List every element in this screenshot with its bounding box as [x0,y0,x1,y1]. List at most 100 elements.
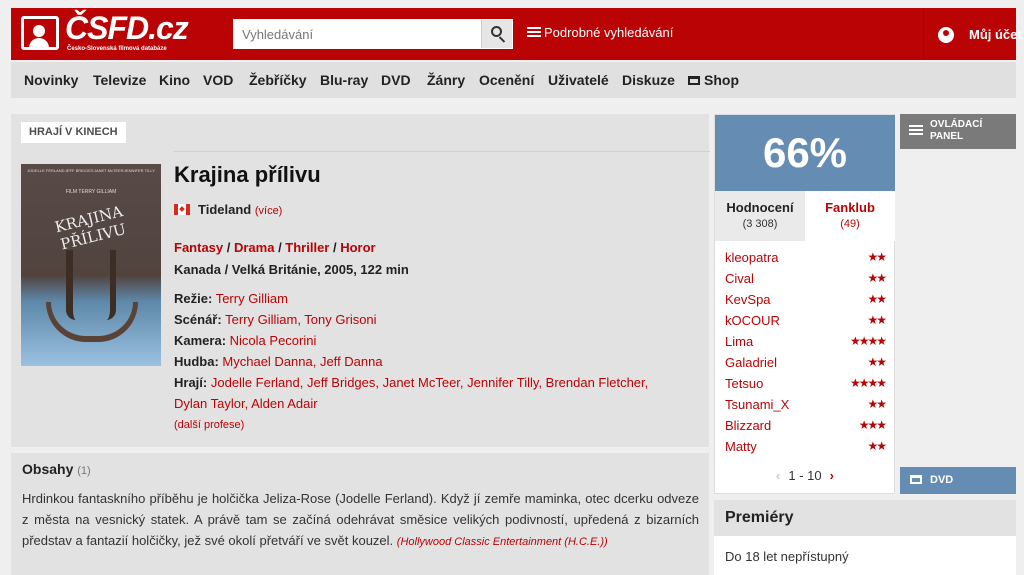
rating-stars: ★★ [867,271,886,285]
nav-item-oceneni[interactable]: Ocenění [479,72,534,88]
user-link[interactable]: kOCOUR [725,313,780,328]
more-professions-link[interactable]: (další profese) [174,419,244,431]
original-title: Tideland [198,202,252,217]
user-link[interactable]: Blizzard [725,418,771,433]
nav-item-uzivatele[interactable]: Uživatelé [548,72,609,88]
credit-label: Režie: [174,291,213,306]
poster-cast: JODELLE FERLAND JEFF BRIDGES JANET McTEE… [27,168,155,173]
credit-label: Kamera: [174,333,227,348]
credit-music: Hudba: Mychael Danna, Jeff Danna [174,351,383,372]
chevron-left-icon[interactable]: ‹ [776,468,780,483]
rating-stars: ★★ [867,439,886,453]
ratings-pager: ‹ 1 - 10 › [715,468,895,483]
nav-item-kino[interactable]: Kino [159,72,190,88]
user-link[interactable]: Tsunami_X [725,397,789,412]
nav-item-bluray[interactable]: Blu-ray [320,72,368,88]
nav-item-diskuze[interactable]: Diskuze [622,72,675,88]
tab-fanclub[interactable]: Fanklub (49) [805,191,895,241]
original-title-row: Tideland (více) [174,202,282,217]
control-panel-label: OVLÁDACÍ PANEL [930,119,983,142]
premieres-heading: Premiéry [714,500,1016,536]
credit-people[interactable]: Nicola Pecorini [230,333,317,348]
user-rating-row: Tsunami_X ★★ [715,392,895,413]
search-input[interactable] [234,20,482,48]
user-icon [938,27,954,43]
logo-icon [21,16,59,50]
header-divider [174,151,710,152]
credit-label: Hrají: [174,375,208,390]
in-cinemas-badge[interactable]: HRAJÍ V KINECH [21,122,126,143]
nav-item-novinky[interactable]: Novinky [24,72,78,88]
nav-item-zanry[interactable]: Žánry [427,72,465,88]
nav-item-vod[interactable]: VOD [203,72,233,88]
credit-directors: Režie: Terry Gilliam [174,288,288,309]
poster-cast-name: JODELLE FERLAND [27,168,65,173]
search-button[interactable] [481,20,512,48]
cart-icon [688,76,700,85]
tab-ratings[interactable]: Hodnocení (3 308) [715,191,805,241]
main-nav: Novinky Televize Kino VOD Žebříčky Blu-r… [11,62,1016,98]
credit-people[interactable]: Terry Gilliam, Tony Grisoni [225,312,376,327]
user-rating-row: Blizzard ★★★ [715,413,895,434]
advanced-search-label: Podrobné vyhledávání [544,25,674,40]
genre-link[interactable]: Fantasy [174,240,223,255]
advanced-search-link[interactable]: Podrobné vyhledávání [527,25,673,40]
poster-roots [46,302,138,342]
nav-item-dvd[interactable]: DVD [381,72,411,88]
top-strip [0,0,1024,8]
credit-label: Scénář: [174,312,222,327]
plot-count: (1) [77,465,91,477]
user-link[interactable]: Galadriel [725,355,777,370]
dvd-button[interactable]: DVD [900,467,1016,494]
credit-people[interactable]: Jodelle Ferland, Jeff Bridges, Janet McT… [211,375,648,390]
rating-stars: ★★ [867,313,886,327]
rating-stars: ★★ [867,250,886,264]
poster-cast-name: JANET McTEER [93,168,124,173]
user-link[interactable]: Lima [725,334,753,349]
chevron-right-icon[interactable]: › [830,468,834,483]
control-panel-button[interactable]: OVLÁDACÍ PANEL [900,114,1016,149]
user-link[interactable]: kleopatra [725,250,778,265]
logo-text: ČSFD.cz [65,10,189,46]
plot-source-link[interactable]: (Hollywood Classic Entertainment (H.C.E.… [397,536,608,548]
user-link[interactable]: KevSpa [725,292,771,307]
genre-link[interactable]: Drama [234,240,274,255]
cart-icon [910,475,922,484]
more-titles-link[interactable]: (více) [255,205,283,217]
movie-poster[interactable]: JODELLE FERLAND JEFF BRIDGES JANET McTEE… [21,164,161,366]
poster-director: FILM TERRY GILLIAM [65,189,117,195]
user-rating-row: KevSpa ★★ [715,287,895,308]
user-rating-row: Lima ★★★★ [715,329,895,350]
genres: Fantasy / Drama / Thriller / Horor [174,240,376,255]
user-rating-row: Galadriel ★★ [715,350,895,371]
rating-stars: ★★ [867,397,886,411]
nav-item-shop-label: Shop [704,72,739,88]
premieres-panel: Premiéry Do 18 let nepřístupný [714,500,1016,575]
user-link[interactable]: Cival [725,271,754,286]
tab-ratings-count: (3 308) [742,218,778,230]
genre-link[interactable]: Horor [340,240,375,255]
poster-cast-name: JENNIFER TILLY [124,168,155,173]
user-link[interactable]: Matty [725,439,757,454]
search-icon [491,26,502,37]
plot-heading-label: Obsahy [22,461,74,477]
user-rating-row: kleopatra ★★ [715,245,895,266]
genre-link[interactable]: Thriller [285,240,329,255]
credit-people[interactable]: Dylan Taylor, Alden Adair [174,396,318,411]
site-logo[interactable]: ČSFD.cz Česko-Slovenská filmová databáze [19,10,189,56]
credit-label: Hudba: [174,354,219,369]
nav-item-televize[interactable]: Televize [93,72,146,88]
dvd-label: DVD [930,474,954,486]
nav-item-shop[interactable]: Shop [688,72,739,88]
plot-text: Hrdinkou fantaskního příběhu je holčička… [22,488,699,553]
age-rating: Do 18 let nepřístupný [725,549,849,564]
credit-people[interactable]: Mychael Danna, Jeff Danna [222,354,382,369]
user-rating-row: Tetsuo ★★★★ [715,371,895,392]
pager-range: 1 - 10 [788,468,822,483]
account-button[interactable]: Můj účet [923,8,1022,60]
credit-people[interactable]: Terry Gilliam [216,291,288,306]
rating-stars: ★★ [867,292,886,306]
user-link[interactable]: Tetsuo [725,376,763,391]
plot-heading: Obsahy (1) [22,461,91,477]
nav-item-zebricky[interactable]: Žebříčky [249,72,307,88]
